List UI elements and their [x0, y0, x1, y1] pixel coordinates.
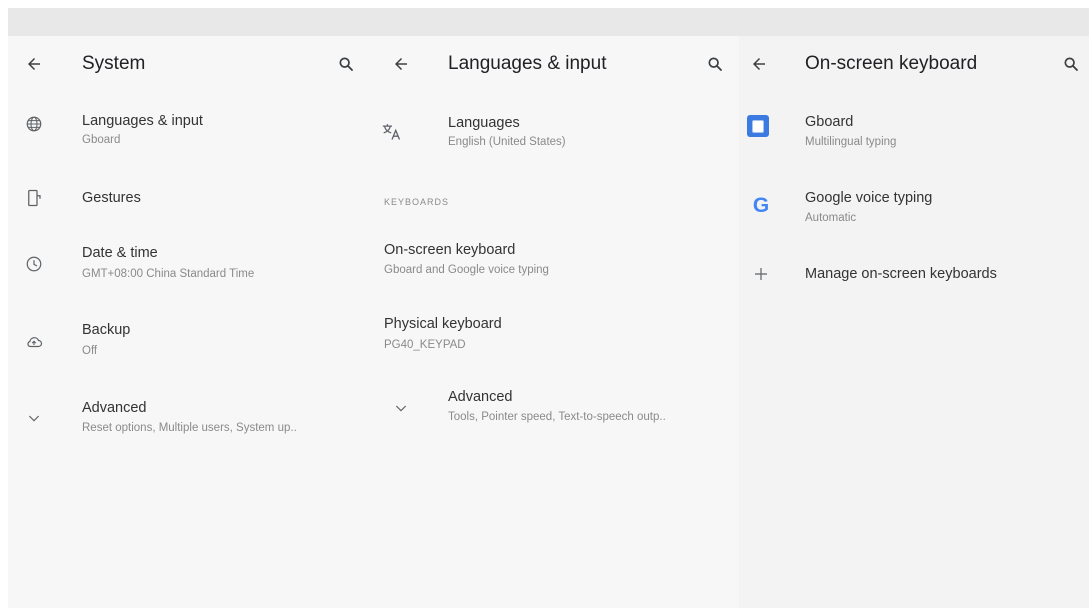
- item-summary: Gboard and Google voice typing: [384, 264, 549, 276]
- backup-item[interactable]: Backup Off: [8, 300, 375, 380]
- search-button[interactable]: [332, 50, 360, 78]
- item-summary: Gboard: [82, 134, 121, 146]
- manage-keyboards-item[interactable]: Manage on-screen keyboards: [739, 244, 1089, 308]
- item-summary: Automatic: [805, 212, 857, 224]
- globe-icon: [22, 112, 46, 136]
- item-title: Manage on-screen keyboards: [805, 266, 997, 282]
- arrow-back-icon: [395, 58, 407, 70]
- search-button[interactable]: [1057, 50, 1085, 78]
- arrow-back-icon: [28, 58, 40, 70]
- on-screen-keyboard-item[interactable]: On-screen keyboard Gboard and Google voi…: [375, 222, 739, 302]
- arrow-back-icon: [753, 58, 765, 70]
- page-title: System: [82, 53, 146, 74]
- settings-panes: System Languages & input Gboard Gestures…: [8, 36, 1089, 608]
- translate-icon: [379, 120, 405, 144]
- backup-icon: [22, 330, 46, 354]
- search-icon: [339, 57, 353, 71]
- search-icon: [708, 57, 722, 71]
- clock-icon: [22, 252, 46, 276]
- item-summary: GMT+08:00 China Standard Time: [82, 268, 255, 280]
- item-summary: Off: [82, 345, 98, 357]
- search-icon: [1064, 57, 1078, 71]
- item-summary: PG40_KEYPAD: [384, 339, 466, 351]
- advanced-item[interactable]: Advanced Reset options, Multiple users, …: [8, 380, 375, 456]
- item-title: On-screen keyboard: [384, 242, 516, 258]
- system-pane: System Languages & input Gboard Gestures…: [8, 36, 375, 608]
- item-title: Google voice typing: [805, 190, 933, 206]
- google-icon: G: [752, 194, 770, 217]
- languages-input-pane: Languages & input Languages English (Uni…: [375, 36, 739, 608]
- back-button[interactable]: [387, 50, 415, 78]
- gestures-item[interactable]: Gestures: [8, 156, 375, 220]
- physical-keyboard-item[interactable]: Physical keyboard PG40_KEYPAD: [375, 302, 739, 374]
- advanced-item[interactable]: Advanced Tools, Pointer speed, Text-to-s…: [375, 374, 739, 450]
- item-title: Date & time: [82, 245, 158, 261]
- date-time-item[interactable]: Date & time GMT+08:00 China Standard Tim…: [8, 220, 375, 300]
- on-screen-keyboard-pane: On-screen keyboard Gboard Multilingual t…: [739, 36, 1089, 608]
- plus-icon: [749, 262, 773, 286]
- chevron-down-icon: [22, 406, 46, 430]
- item-title: Languages & input: [82, 113, 203, 129]
- gestures-icon: [22, 186, 46, 210]
- item-title: Advanced: [448, 389, 513, 405]
- status-bar: [8, 8, 1089, 36]
- gboard-icon: [746, 114, 770, 138]
- item-title: Languages: [448, 115, 520, 131]
- on-screen-keyboard-app-bar: On-screen keyboard: [739, 36, 1089, 92]
- page-title: Languages & input: [448, 53, 607, 74]
- keyboards-category: KEYBOARDS: [384, 197, 450, 207]
- item-title: Gestures: [82, 190, 141, 206]
- gboard-item[interactable]: Gboard Multilingual typing: [739, 92, 1089, 172]
- item-title: Backup: [82, 322, 131, 338]
- item-summary: English (United States): [448, 136, 566, 148]
- languages-input-item[interactable]: Languages & input Gboard: [8, 92, 375, 156]
- languages-item[interactable]: Languages English (United States): [375, 92, 739, 172]
- item-title: Physical keyboard: [384, 316, 502, 332]
- item-summary: Tools, Pointer speed, Text-to-speech out…: [448, 411, 666, 423]
- item-title: Gboard: [805, 114, 854, 130]
- back-button[interactable]: [745, 50, 773, 78]
- item-title: Advanced: [82, 400, 147, 416]
- chevron-down-icon: [389, 396, 413, 420]
- system-app-bar: System: [8, 36, 375, 92]
- page-title: On-screen keyboard: [805, 53, 978, 74]
- google-voice-typing-item[interactable]: G Google voice typing Automatic: [739, 172, 1089, 244]
- search-button[interactable]: [701, 50, 729, 78]
- item-summary: Multilingual typing: [805, 136, 897, 148]
- item-summary: Reset options, Multiple users, System up…: [82, 422, 297, 434]
- languages-input-app-bar: Languages & input: [375, 36, 739, 92]
- back-button[interactable]: [20, 50, 48, 78]
